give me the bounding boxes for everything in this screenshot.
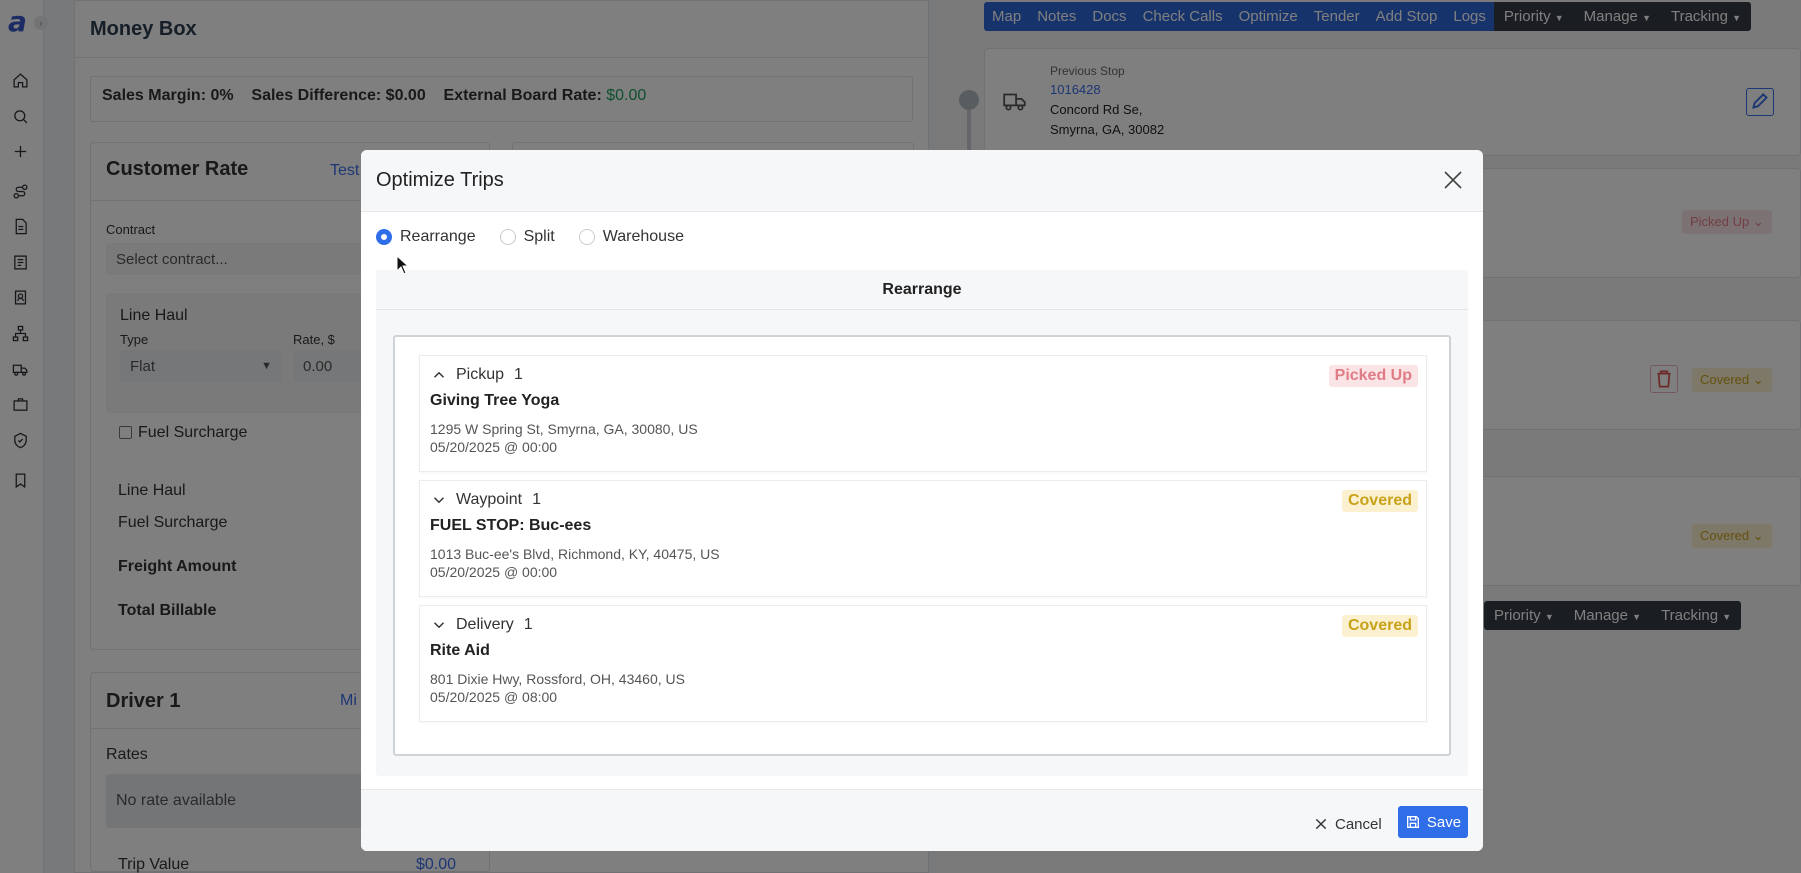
stop-header: Waypoint 1 [430, 491, 541, 509]
modal-header [361, 150, 1483, 212]
radio-button[interactable] [499, 229, 516, 245]
split-radio[interactable]: Split [499, 228, 555, 246]
stop-type: Delivery [456, 616, 514, 633]
stop-datetime: 05/20/2025 @ 00:00 [430, 439, 558, 455]
warehouse-radio[interactable]: Warehouse [578, 228, 684, 246]
status-badge: Picked Up [1328, 365, 1418, 387]
stop-header: Delivery 1 [430, 616, 533, 634]
optimize-mode-radios: Rearrange Split Warehouse [376, 228, 708, 246]
stop-address: 1295 W Spring St, Smyrna, GA, 30080, US [430, 421, 698, 437]
chevron-down-icon [433, 622, 445, 629]
stop-address: 1013 Buc-ee's Blvd, Richmond, KY, 40475,… [430, 546, 720, 562]
chevron-up-icon [433, 371, 445, 378]
rearrange-radio[interactable]: Rearrange [376, 228, 476, 246]
stop-name: FUEL STOP: Buc-ees [430, 517, 592, 534]
save-button[interactable]: Save [1398, 806, 1468, 838]
cancel-button-label: Cancel [1335, 815, 1382, 833]
close-icon [1315, 818, 1327, 830]
stop-item[interactable]: Delivery 1 Rite Aid 801 Dixie Hwy, Rossf… [419, 605, 1427, 722]
stop-datetime: 05/20/2025 @ 00:00 [430, 564, 558, 580]
warehouse-radio-label: Warehouse [602, 228, 684, 245]
stop-number: 1 [514, 366, 523, 383]
cancel-button[interactable]: Cancel [1313, 809, 1382, 839]
stop-header: Pickup 1 [430, 366, 523, 384]
stop-name: Giving Tree Yoga [430, 392, 560, 409]
stop-name: Rite Aid [430, 642, 490, 659]
status-badge: Covered [1341, 615, 1418, 637]
status-badge: Covered [1341, 490, 1418, 512]
stop-number: 1 [532, 491, 542, 508]
save-icon [1406, 816, 1419, 828]
stop-item[interactable]: Pickup 1 Giving Tree Yoga 1295 W Spring … [419, 355, 1427, 472]
save-button-label: Save [1426, 813, 1462, 831]
section-title: Rearrange [376, 270, 1468, 310]
split-radio-label: Split [523, 228, 555, 245]
rearrange-radio-label: Rearrange [400, 228, 476, 245]
stop-address: 801 Dixie Hwy, Rossford, OH, 43460, US [430, 671, 685, 687]
stop-list: Pickup 1 Giving Tree Yoga 1295 W Spring … [393, 335, 1451, 756]
optimize-trips-modal: Optimize Trips Rearrange Split Warehouse… [361, 150, 1483, 851]
close-icon[interactable] [1441, 168, 1465, 192]
stop-number: 1 [523, 616, 533, 633]
mouse-cursor-icon [396, 254, 410, 275]
stop-datetime: 05/20/2025 @ 08:00 [430, 689, 558, 705]
stop-item[interactable]: Waypoint 1 FUEL STOP: Buc-ees 1013 Buc-e… [419, 480, 1427, 597]
chevron-down-icon [433, 497, 445, 504]
stop-type: Pickup [456, 366, 505, 383]
radio-button-selected[interactable] [376, 229, 392, 245]
stop-type: Waypoint [456, 491, 523, 508]
modal-title: Optimize Trips [376, 169, 504, 191]
radio-button[interactable] [578, 229, 595, 245]
